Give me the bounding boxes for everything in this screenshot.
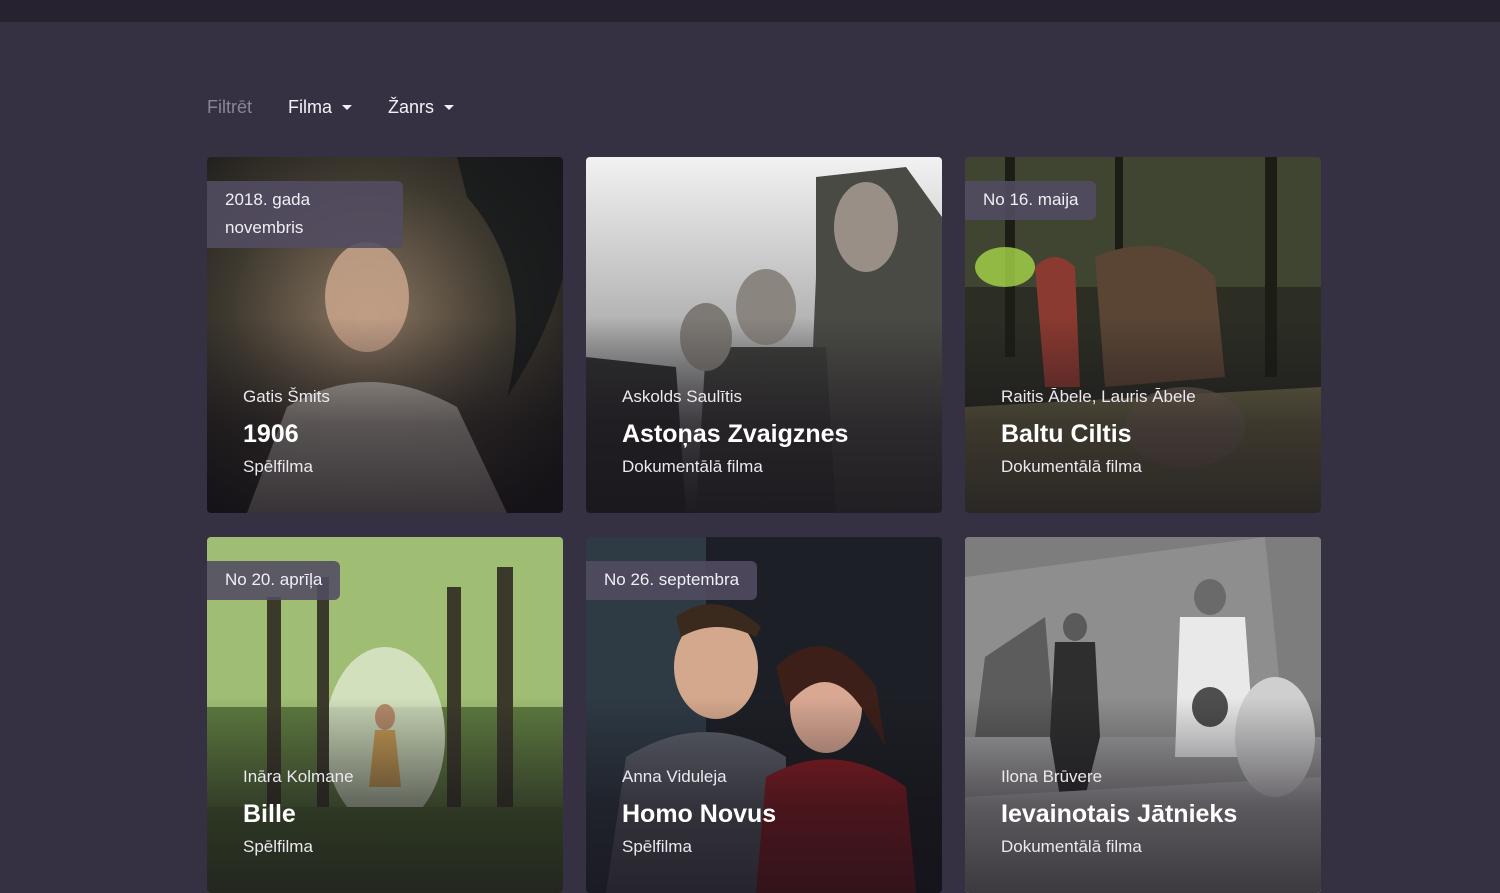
film-filter-label: Filma — [288, 96, 332, 117]
film-director: Gatis Šmits — [243, 387, 330, 406]
release-date-badge: 2018. gada novembris — [207, 181, 403, 248]
filter-bar: Filtrēt Filma Žanrs — [207, 92, 455, 122]
film-director: Askolds Saulītis — [622, 387, 742, 406]
film-card-astonas-zvaigznes[interactable]: Askolds Saulītis Astoņas Zvaigznes Dokum… — [586, 157, 942, 513]
film-filter-dropdown[interactable]: Filma — [288, 97, 352, 118]
film-info: Askolds Saulītis Astoņas Zvaigznes Dokum… — [622, 385, 930, 479]
film-card-baltu-ciltis[interactable]: No 16. maija Raitis Ābele, Lauris Ābele … — [965, 157, 1321, 513]
film-title: Baltu Ciltis — [1001, 420, 1132, 448]
film-type: Spēlfilma — [243, 837, 313, 856]
film-card-1906[interactable]: 2018. gada novembris Gatis Šmits 1906 Sp… — [207, 157, 563, 513]
film-grid: 2018. gada novembris Gatis Šmits 1906 Sp… — [207, 157, 1321, 893]
film-type: Spēlfilma — [243, 457, 313, 476]
film-info: Ināra Kolmane Bille Spēlfilma — [243, 765, 551, 859]
film-info: Raitis Ābele, Lauris Ābele Baltu Ciltis … — [1001, 385, 1309, 479]
film-info: Gatis Šmits 1906 Spēlfilma — [243, 385, 551, 479]
film-type: Dokumentālā filma — [1001, 457, 1142, 476]
film-info: Ilona Brūvere Ievainotais Jātnieks Dokum… — [1001, 765, 1309, 859]
film-title: Ievainotais Jātnieks — [1001, 800, 1238, 828]
release-date-badge: No 20. aprīļa — [207, 561, 341, 600]
film-title: 1906 — [243, 420, 299, 448]
film-card-bille[interactable]: No 20. aprīļa Ināra Kolmane Bille Spēlfi… — [207, 537, 563, 893]
chevron-down-icon — [342, 104, 352, 110]
genre-filter-label: Žanrs — [388, 96, 435, 117]
release-date-badge: No 16. maija — [965, 181, 1097, 220]
release-date-badge: No 26. septembra — [586, 561, 758, 600]
film-card-ievainotais-jatnieks[interactable]: Ilona Brūvere Ievainotais Jātnieks Dokum… — [965, 537, 1321, 893]
film-title: Astoņas Zvaigznes — [622, 420, 849, 448]
genre-filter-dropdown[interactable]: Žanrs — [388, 96, 455, 118]
film-type: Dokumentālā filma — [1001, 837, 1142, 856]
film-director: Ilona Brūvere — [1001, 767, 1103, 786]
film-info: Anna Viduleja Homo Novus Spēlfilma — [622, 765, 930, 859]
film-title: Homo Novus — [622, 800, 777, 828]
film-director: Raitis Ābele, Lauris Ābele — [1001, 387, 1196, 406]
top-navigation-bar — [0, 0, 1500, 22]
film-type: Dokumentālā filma — [622, 457, 763, 476]
film-type: Spēlfilma — [622, 837, 692, 856]
film-card-homo-novus[interactable]: No 26. septembra Anna Viduleja Homo Novu… — [586, 537, 942, 893]
film-title: Bille — [243, 800, 296, 828]
film-director: Anna Viduleja — [622, 767, 727, 786]
filter-label: Filtrēt — [207, 96, 252, 117]
film-director: Ināra Kolmane — [243, 767, 354, 786]
chevron-down-icon — [444, 104, 455, 110]
